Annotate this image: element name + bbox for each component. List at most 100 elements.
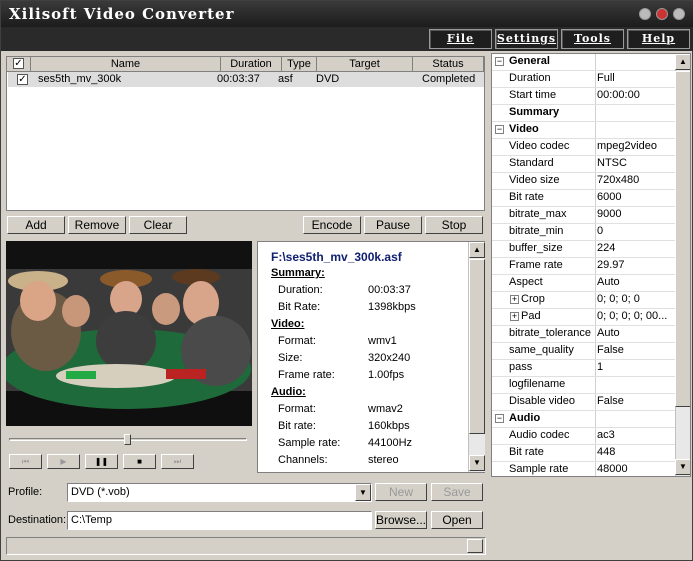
pause-playback-button[interactable]: ❚❚ — [85, 454, 118, 469]
col-status[interactable]: Status — [413, 57, 484, 72]
col-name[interactable]: Name — [31, 57, 221, 72]
property-row[interactable]: Standard NTSC — [492, 156, 675, 173]
collapse-icon[interactable]: − — [495, 125, 504, 134]
property-value[interactable]: 720x480 — [597, 174, 675, 186]
status-bar-grip[interactable] — [467, 539, 483, 553]
maximize-icon[interactable] — [656, 8, 668, 20]
scroll-up-icon[interactable]: ▲ — [469, 242, 485, 258]
scroll-up-icon[interactable]: ▲ — [675, 54, 690, 70]
property-value[interactable]: 6000 — [597, 191, 675, 203]
property-value[interactable]: 29.97 — [597, 259, 675, 271]
property-row[interactable]: Aspect Auto — [492, 275, 675, 292]
property-value[interactable]: False — [597, 344, 675, 356]
pause-button[interactable]: Pause — [364, 216, 422, 234]
scroll-down-icon[interactable]: ▼ — [675, 459, 690, 475]
title-bar[interactable]: Xilisoft Video Converter — [1, 1, 693, 27]
expand-icon[interactable]: + — [510, 312, 519, 321]
property-row[interactable]: buffer_size 224 — [492, 241, 675, 258]
info-scrollbar[interactable]: ▲ ▼ — [468, 242, 485, 472]
property-row[interactable]: Disable video False — [492, 394, 675, 411]
col-duration[interactable]: Duration — [221, 57, 282, 72]
collapse-icon[interactable]: − — [495, 57, 504, 66]
seek-handle[interactable] — [124, 434, 131, 445]
property-value[interactable]: 0; 0; 0; 0; 00... — [597, 310, 675, 322]
new-profile-button[interactable]: New — [375, 483, 427, 501]
save-profile-button[interactable]: Save — [431, 483, 483, 501]
select-all-checkbox[interactable]: ✓ — [13, 58, 24, 69]
property-value[interactable]: ac3 — [597, 429, 675, 441]
audio-heading: Audio: — [271, 386, 306, 398]
property-value[interactable]: mpeg2video — [597, 140, 675, 152]
property-value[interactable]: Auto — [597, 276, 675, 288]
property-value[interactable]: NTSC — [597, 157, 675, 169]
menu-file[interactable]: File — [429, 29, 492, 49]
scroll-down-icon[interactable]: ▼ — [469, 455, 485, 471]
property-value[interactable]: Auto — [597, 327, 675, 339]
property-row[interactable]: − Audio — [492, 411, 675, 428]
browse-button[interactable]: Browse... — [375, 511, 427, 529]
video-heading: Video: — [271, 318, 305, 330]
property-row[interactable]: Sample rate 48000 — [492, 462, 675, 476]
scroll-thumb[interactable] — [469, 259, 485, 434]
property-grid[interactable]: − General Duration Full Start time 00:00:00 Su… — [491, 53, 691, 477]
property-row[interactable]: bitrate_min 0 — [492, 224, 675, 241]
open-button[interactable]: Open — [431, 511, 483, 529]
property-row[interactable]: Summary — [492, 105, 675, 122]
stop-button[interactable]: Stop — [425, 216, 483, 234]
minimize-icon[interactable] — [639, 8, 651, 20]
clear-button[interactable]: Clear — [129, 216, 187, 234]
property-scrollbar[interactable]: ▲ ▼ — [675, 54, 690, 476]
property-row[interactable]: Bit rate 448 — [492, 445, 675, 462]
expand-icon[interactable]: + — [510, 295, 519, 304]
property-row[interactable]: Video size 720x480 — [492, 173, 675, 190]
menu-help[interactable]: Help — [627, 29, 690, 49]
property-row[interactable]: Video codec mpeg2video — [492, 139, 675, 156]
col-check[interactable]: ✓ — [7, 57, 31, 72]
collapse-icon[interactable]: − — [495, 414, 504, 423]
property-value[interactable]: 00:00:00 — [597, 89, 675, 101]
property-row[interactable]: same_quality False — [492, 343, 675, 360]
property-value[interactable]: 224 — [597, 242, 675, 254]
remove-button[interactable]: Remove — [68, 216, 126, 234]
scroll-thumb[interactable] — [675, 71, 690, 407]
col-type[interactable]: Type — [282, 57, 317, 72]
previous-button[interactable]: ⏮ — [9, 454, 42, 469]
property-row[interactable]: pass 1 — [492, 360, 675, 377]
add-button[interactable]: Add — [7, 216, 65, 234]
property-row[interactable]: − Video — [492, 122, 675, 139]
property-row[interactable]: bitrate_tolerance Auto — [492, 326, 675, 343]
property-row[interactable]: Bit rate 6000 — [492, 190, 675, 207]
property-row[interactable]: − General — [492, 54, 675, 71]
row-checkbox[interactable]: ✓ — [17, 74, 28, 85]
property-name: Disable video — [509, 395, 576, 407]
close-icon[interactable] — [673, 8, 685, 20]
stop-playback-button[interactable]: ■ — [123, 454, 156, 469]
property-value[interactable]: False — [597, 395, 675, 407]
menu-settings[interactable]: Settings — [495, 29, 558, 49]
property-row[interactable]: Duration Full — [492, 71, 675, 88]
play-button[interactable]: ▶ — [47, 454, 80, 469]
property-row[interactable]: + Pad 0; 0; 0; 0; 00... — [492, 309, 675, 326]
property-name: logfilename — [509, 378, 566, 390]
file-list[interactable]: ✓ Name Duration Type Target Status ✓ ses… — [6, 56, 485, 211]
col-target[interactable]: Target — [317, 57, 413, 72]
property-row[interactable]: Start time 00:00:00 — [492, 88, 675, 105]
property-value[interactable]: Full — [597, 72, 675, 84]
property-value[interactable]: 48000 — [597, 463, 675, 475]
property-row[interactable]: bitrate_max 9000 — [492, 207, 675, 224]
property-value[interactable]: 448 — [597, 446, 675, 458]
encode-button[interactable]: Encode — [303, 216, 361, 234]
profile-select[interactable]: DVD (*.vob) ▼ — [67, 483, 372, 502]
chevron-down-icon[interactable]: ▼ — [355, 484, 371, 501]
property-value[interactable]: 9000 — [597, 208, 675, 220]
property-value[interactable]: 0; 0; 0; 0 — [597, 293, 675, 305]
property-value[interactable]: 1 — [597, 361, 675, 373]
next-button[interactable]: ⏭ — [161, 454, 194, 469]
property-value[interactable]: 0 — [597, 225, 675, 237]
property-row[interactable]: Frame rate 29.97 — [492, 258, 675, 275]
destination-field[interactable]: C:\Temp — [67, 511, 372, 530]
property-row[interactable]: logfilename — [492, 377, 675, 394]
menu-tools[interactable]: Tools — [561, 29, 624, 49]
property-row[interactable]: Audio codec ac3 — [492, 428, 675, 445]
property-row[interactable]: + Crop 0; 0; 0; 0 — [492, 292, 675, 309]
